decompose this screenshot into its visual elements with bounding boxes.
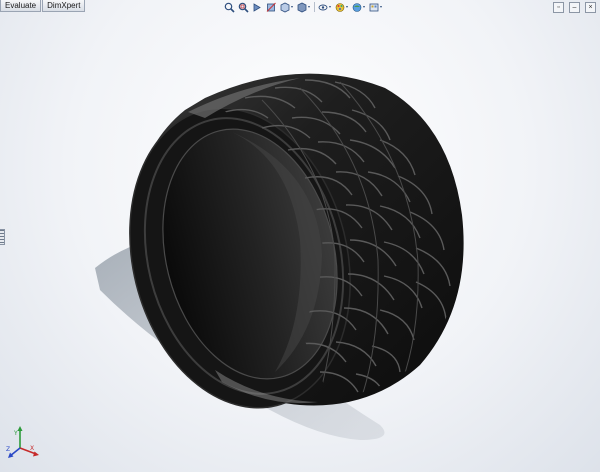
- feature-manager-collapse-handle[interactable]: [0, 229, 5, 245]
- view-orientation-icon[interactable]: [280, 2, 294, 13]
- svg-text:X: X: [30, 445, 34, 452]
- close-window-icon[interactable]: ×: [585, 2, 596, 13]
- apply-scene-icon[interactable]: [352, 2, 366, 13]
- display-style-icon[interactable]: [297, 2, 311, 13]
- heads-up-view-toolbar: [224, 0, 383, 14]
- zoom-to-area-icon[interactable]: [238, 2, 249, 13]
- command-manager-tabs: Evaluate DimXpert: [0, 0, 86, 12]
- document-window-controls: ▫ – ×: [553, 2, 596, 13]
- edit-appearance-icon[interactable]: [335, 2, 349, 13]
- svg-text:Y: Y: [13, 430, 18, 437]
- graphics-area[interactable]: Evaluate DimXpert ▫ – × Y X Z: [0, 0, 600, 472]
- restore-window-icon[interactable]: ▫: [553, 2, 564, 13]
- tab-dimxpert[interactable]: DimXpert: [42, 0, 86, 12]
- view-settings-icon[interactable]: [369, 2, 383, 13]
- svg-text:Z: Z: [6, 446, 10, 453]
- section-view-icon[interactable]: [266, 2, 277, 13]
- previous-view-icon[interactable]: [252, 2, 263, 13]
- minimize-window-icon[interactable]: –: [569, 2, 580, 13]
- hide-show-items-icon[interactable]: [318, 2, 332, 13]
- tab-evaluate[interactable]: Evaluate: [0, 0, 42, 12]
- zoom-to-fit-icon[interactable]: [224, 2, 235, 13]
- model-viewport[interactable]: [0, 0, 600, 472]
- reference-triad: Y X Z: [6, 424, 40, 460]
- toolbar-separator: [314, 2, 315, 12]
